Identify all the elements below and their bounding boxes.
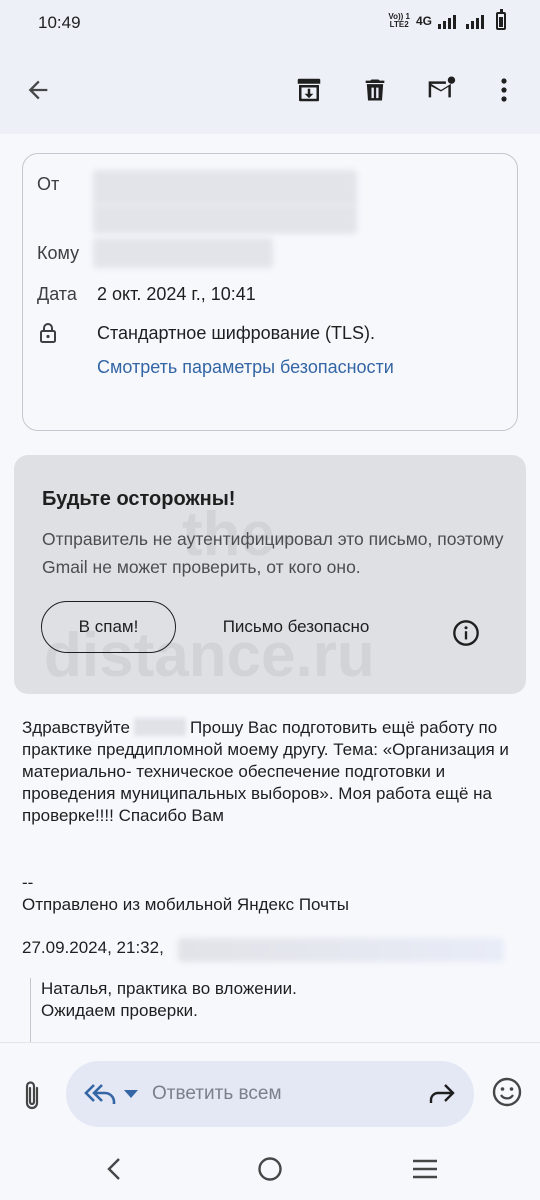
security-details-link[interactable]: Смотреть параметры безопасности <box>97 357 394 378</box>
message-body: Здравствуйте Прошу Вас подготовить ещё ра… <box>22 717 524 827</box>
to-redacted <box>93 238 273 268</box>
from-redacted <box>93 170 357 206</box>
system-nav-bar <box>0 1134 540 1200</box>
date-value: 2 окт. 2024 г., 10:41 <box>97 284 256 304</box>
report-spam-button[interactable]: В спам! <box>41 601 176 653</box>
nav-recents-icon <box>413 1159 437 1179</box>
quoted-line-1: Наталья, практика во вложении. <box>41 979 297 998</box>
quoted-sender-redacted <box>178 938 504 962</box>
warning-text: Отправитель не аутентифицировал это пись… <box>42 529 504 577</box>
more-vert-icon <box>501 78 507 102</box>
volte-indicator: Vo)) 1 LTE2 <box>388 12 410 29</box>
signal-icon <box>438 13 456 29</box>
delete-button[interactable] <box>353 68 397 112</box>
status-icons: Vo)) 1 LTE2 4G <box>388 9 506 30</box>
warning-title: Будьте осторожны! <box>42 488 236 510</box>
mark-unread-icon <box>428 76 456 98</box>
signature-separator: -- <box>22 873 34 892</box>
delete-icon <box>365 79 385 101</box>
toolbar <box>0 46 540 134</box>
info-icon <box>453 620 479 646</box>
date-label: Дата <box>37 284 77 304</box>
nav-recents-button[interactable] <box>405 1152 445 1186</box>
more-options-button[interactable] <box>482 68 526 112</box>
nav-home-icon <box>258 1157 282 1181</box>
message-details-card: От Кому Дата 2 окт. 2024 г., 10:41 Станд… <box>22 153 518 431</box>
name-redacted <box>133 718 186 736</box>
reply-bar <box>0 1042 540 1134</box>
attach-button[interactable] <box>16 1077 48 1113</box>
back-button[interactable] <box>16 68 60 112</box>
reply-all-icon[interactable] <box>84 1081 118 1107</box>
signal-icon-2 <box>466 13 484 29</box>
archive-icon <box>297 78 321 102</box>
nav-back-icon <box>107 1158 120 1180</box>
status-time: 10:49 <box>38 13 81 32</box>
mark-safe-button[interactable]: Письмо безопасно <box>196 601 396 653</box>
encryption-text: Стандартное шифрование (TLS). <box>97 323 376 343</box>
greeting: Здравствуйте <box>22 718 130 737</box>
status-bar: 10:49 Vo)) 1 LTE2 4G <box>0 0 540 46</box>
quoted-header: 27.09.2024, 21:32, <box>22 938 164 957</box>
quoted-text: Наталья, практика во вложении. Ожидаем п… <box>30 978 297 1042</box>
reply-all-field[interactable] <box>66 1061 474 1127</box>
phishing-warning: the- distance.ru Будьте осторожны! Отпра… <box>14 455 526 694</box>
battery-icon <box>496 9 506 30</box>
mark-unread-button[interactable] <box>419 68 463 112</box>
archive-button[interactable] <box>287 68 331 112</box>
arrow-back-icon <box>28 80 48 100</box>
chevron-down-icon[interactable] <box>124 1090 138 1098</box>
forward-icon[interactable] <box>428 1081 456 1107</box>
network-type: 4G <box>415 14 432 28</box>
signature: Отправлено из мобильной Яндекс Почты <box>22 895 349 914</box>
lock-icon <box>40 323 56 343</box>
attachment-icon <box>25 1081 39 1110</box>
from-redacted-2 <box>93 204 357 234</box>
quoted-line-2: Ожидаем проверки. <box>41 1001 198 1020</box>
emoji-icon[interactable] <box>490 1075 524 1109</box>
info-button[interactable] <box>448 615 484 651</box>
reply-input[interactable] <box>152 1061 412 1127</box>
from-label: От <box>37 174 60 194</box>
to-label: Кому <box>37 243 80 263</box>
nav-home-button[interactable] <box>250 1152 290 1186</box>
nav-back-button[interactable] <box>94 1152 134 1186</box>
